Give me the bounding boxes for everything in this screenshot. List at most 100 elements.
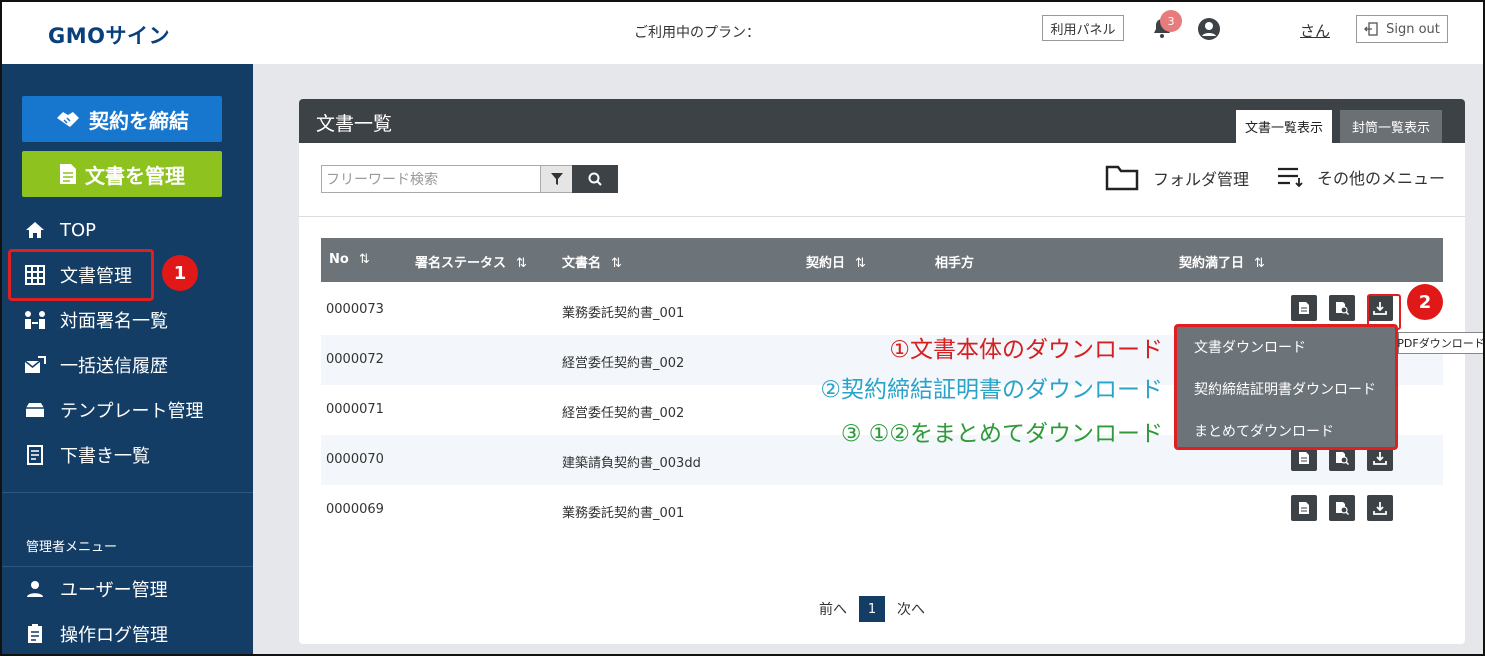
sidebar-item-label: 対面署名一覧 [60,311,168,332]
document-icon [1299,502,1309,514]
menu-item-bundle-download[interactable]: まとめてダウンロード [1194,421,1334,441]
doc-search-icon [1336,502,1349,515]
sort-icon[interactable]: ⇅ [359,252,370,267]
view-doc-button[interactable] [1291,295,1317,321]
download-icon [1373,502,1387,515]
bulk-send-icon [24,354,46,376]
search-icon [588,172,602,186]
prev-page-link[interactable]: 前へ [819,599,847,619]
manage-docs-label: 文書を管理 [85,163,185,188]
signout-button[interactable]: Sign out [1356,15,1448,43]
sidebar-item-label: 操作ログ管理 [60,625,168,646]
row-doc-name[interactable]: 業務委託契約書_001 [562,502,684,521]
panel-button[interactable]: 利用パネル [1042,15,1124,41]
toolbar-divider [299,216,1465,217]
filter-button[interactable] [540,165,573,193]
sidebar-item-label: ユーザー管理 [60,580,168,601]
sort-icon[interactable]: ⇅ [611,256,622,271]
home-icon [24,219,46,241]
sidebar-item-bulk-send[interactable]: 一括送信履歴 [2,345,253,385]
signout-label: Sign out [1386,21,1440,37]
sidebar-item-face-to-face[interactable]: 対面署名一覧 [2,300,253,340]
doc-search-icon [1336,302,1349,315]
row-doc-name[interactable]: 経営委任契約書_002 [562,402,684,421]
sidebar-item-logs[interactable]: 操作ログ管理 [2,614,253,654]
other-menu-button[interactable]: その他のメニュー [1277,165,1445,189]
column-header: 文書名 [562,256,602,271]
folder-icon [1105,165,1139,191]
contract-button[interactable]: 契約を締結 [22,96,222,142]
handshake-icon [57,112,79,127]
signout-icon [1364,22,1378,36]
table-header: No ⇅ 署名ステータス ⇅ 文書名 ⇅ 契約日 ⇅ 相手方 契約満了日 ⇅ [321,238,1443,282]
row-doc-name[interactable]: 経営委任契約書_002 [562,352,684,371]
col-expiry-date[interactable]: 契約満了日 ⇅ [1179,252,1265,271]
page-title: 文書一覧 [316,113,393,135]
menu-item-doc-download[interactable]: 文書ダウンロード [1194,337,1306,357]
view-doc-button[interactable] [1291,495,1317,521]
col-contract-date[interactable]: 契約日 ⇅ [806,252,866,271]
folder-management-label: フォルダ管理 [1153,170,1250,189]
document-icon [60,164,76,184]
menu-item-certificate-download[interactable]: 契約締結証明書ダウンロード [1194,379,1376,399]
contract-button-label: 契約を締結 [89,108,189,133]
other-menu-label: その他のメニュー [1317,169,1446,188]
column-header: No [329,252,349,267]
sidebar-item-users[interactable]: ユーザー管理 [2,569,253,609]
next-page-link[interactable]: 次へ [897,599,925,619]
tab-envelope-list[interactable]: 封筒一覧表示 [1340,110,1442,143]
sidebar-item-drafts[interactable]: 下書き一覧 [2,435,253,475]
column-header: 署名ステータス [415,256,507,271]
sort-icon[interactable]: ⇅ [855,256,866,271]
preview-button[interactable] [1329,295,1355,321]
sidebar-item-templates[interactable]: テンプレート管理 [2,390,253,430]
filter-icon [550,173,563,185]
manage-docs-button[interactable]: 文書を管理 [22,151,222,197]
col-doc-name[interactable]: 文書名 ⇅ [562,252,622,271]
user-name[interactable]: さん [1300,20,1330,41]
column-header: 契約日 [806,256,846,271]
doc-search-icon [1336,452,1349,465]
annotation-doc-download: ①文書本体のダウンロード [889,337,1163,363]
pdf-download-button[interactable] [1367,495,1393,521]
sort-icon[interactable]: ⇅ [516,256,527,271]
step-badge-1: 1 [162,255,198,291]
highlight-documents [8,249,154,301]
sort-icon[interactable]: ⇅ [1254,256,1265,271]
face-to-face-icon [24,309,46,331]
sidebar-item-label: テンプレート管理 [60,401,204,422]
sidebar: 契約を締結 文書を管理 TOP 文書管理 対面署名一覧 一括送信履歴 テンプレー… [2,64,253,654]
card-header: 文書一覧 文書一覧表示 封筒一覧表示 [299,99,1465,143]
notification-badge: 3 [1160,10,1182,32]
search-input[interactable]: フリーワード検索 [321,165,541,193]
app-window: GMOサイン ご利用中のプラン： 利用パネル 3 さん Sign out 契約を… [0,0,1485,656]
admin-menu-title: 管理者メニュー [26,540,118,555]
search-button[interactable] [572,165,618,193]
row-no: 0000071 [326,402,384,417]
row-doc-name[interactable]: 業務委託契約書_001 [562,302,684,321]
pagination: 前へ 1 次へ [819,596,925,622]
document-icon [1299,452,1309,464]
sidebar-item-label: TOP [60,219,97,241]
folder-management-button[interactable]: フォルダ管理 [1105,165,1249,191]
row-no: 0000069 [326,502,384,517]
user-avatar-icon[interactable] [1198,18,1220,40]
download-icon [1373,452,1387,465]
preview-button[interactable] [1329,495,1355,521]
col-status[interactable]: 署名ステータス ⇅ [415,252,527,271]
current-page[interactable]: 1 [859,596,885,622]
tab-document-list[interactable]: 文書一覧表示 [1236,110,1332,143]
column-header: 相手方 [935,256,975,271]
row-no: 0000072 [326,352,384,367]
log-icon [24,623,46,645]
logo[interactable]: GMOサイン [48,20,170,50]
row-doc-name[interactable]: 建築請負契約書_003dd [562,452,701,471]
col-no[interactable]: No ⇅ [329,252,370,267]
sidebar-item-label: 一括送信履歴 [60,356,168,377]
step-badge-2: 2 [1407,284,1443,320]
table-row[interactable]: 0000069 業務委託契約書_001 [321,485,1443,535]
sidebar-item-label: 下書き一覧 [60,446,150,467]
pdf-download-tooltip: PDFダウンロード [1397,332,1483,354]
menu-lines-icon [1278,167,1303,188]
sidebar-item-top[interactable]: TOP [2,210,253,250]
